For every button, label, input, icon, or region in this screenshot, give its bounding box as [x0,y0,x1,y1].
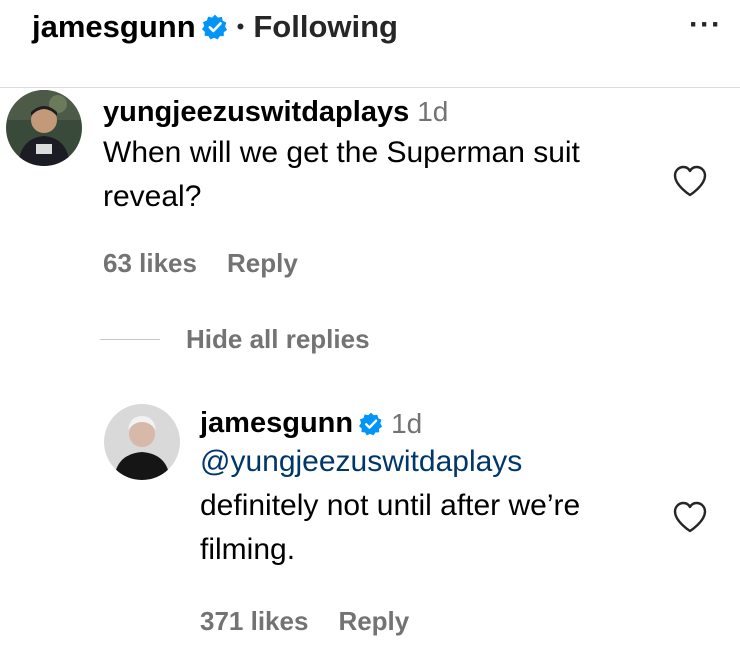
hide-replies-toggle[interactable]: Hide all replies [100,324,370,355]
comment-text-line: reveal? [103,180,202,213]
reply-comment: jamesgunn 1d @yungjeezuswitdaplays defin… [200,407,670,572]
avatar[interactable] [104,404,180,480]
comment: yungjeezuswitdaplays 1d When will we get … [103,96,663,219]
comment-meta: 63 likes Reply [103,248,328,279]
comment-time: 1d [417,96,449,127]
comment-header: yungjeezuswitdaplays 1d [103,96,663,129]
mention-link[interactable]: @yungjeezuswitdaplays [200,440,670,484]
more-options-icon[interactable]: ··· [689,8,722,42]
avatar-image [104,404,180,480]
avatar-image [6,90,82,166]
comment-text-line: filming. [200,533,296,566]
post-header: jamesgunn • Following ··· [0,0,740,88]
reply-button[interactable]: Reply [227,248,298,278]
verified-badge-icon [201,14,227,40]
comment-header: jamesgunn 1d [200,407,670,440]
comment-time: 1d [391,407,423,439]
verified-badge-icon [359,412,383,435]
reply-meta: 371 likes Reply [200,606,439,637]
header-separator: • [236,14,245,39]
comment-text: When will we get the Superman suit revea… [103,131,663,219]
divider-line [100,339,160,340]
heart-icon[interactable] [672,164,708,198]
comment-username[interactable]: yungjeezuswitdaplays [103,96,409,128]
comment-text: @yungjeezuswitdaplays definitely not unt… [200,440,670,572]
header-user: jamesgunn • Following [32,6,398,48]
like-count[interactable]: 63 likes [103,248,197,278]
comment-text-line: When will we get the Superman suit [103,136,580,169]
comment-text-line: definitely not until after we’re [200,489,581,522]
header-username[interactable]: jamesgunn [32,9,196,45]
comment-username[interactable]: jamesgunn [200,407,353,440]
reply-button[interactable]: Reply [338,606,409,636]
avatar[interactable] [6,90,82,166]
like-count[interactable]: 371 likes [200,606,308,636]
heart-icon[interactable] [672,500,708,534]
following-button[interactable]: Following [253,9,398,45]
hide-replies-label[interactable]: Hide all replies [186,324,370,355]
